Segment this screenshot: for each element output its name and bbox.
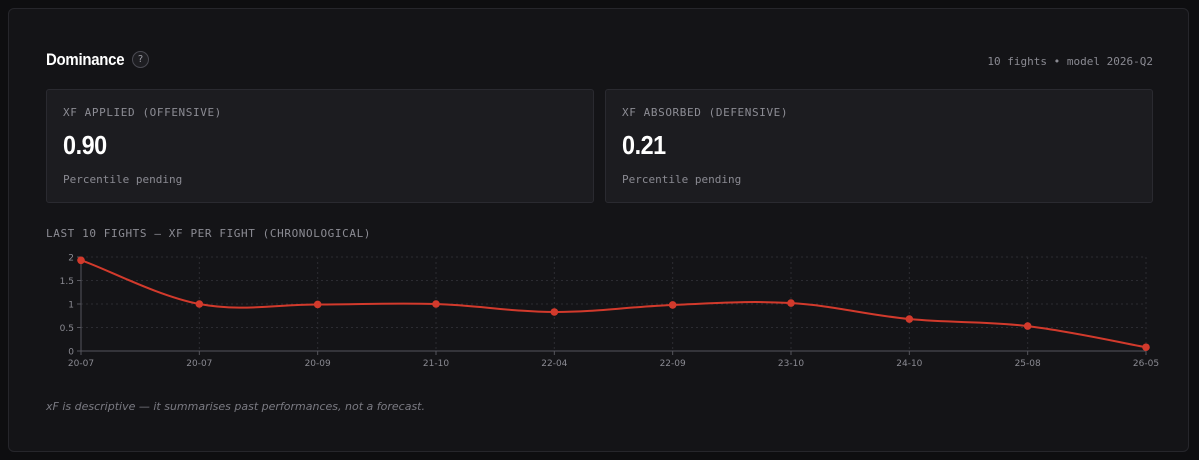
section-title: Dominance [46,50,125,69]
xf-applied-label: XF APPLIED (OFFENSIVE) [63,106,222,119]
xf-applied-value: 0.90 [63,130,107,160]
chart-section-label: LAST 10 FIGHTS — XF PER FIGHT (CHRONOLOG… [46,227,372,240]
footnote: xF is descriptive — it summarises past p… [46,400,425,413]
model-meta: 10 fights • model 2026-Q2 [987,55,1153,68]
xf-absorbed-card: XF ABSORBED (DEFENSIVE) 0.21 Percentile … [605,89,1153,203]
xf-absorbed-value: 0.21 [622,130,666,160]
help-icon[interactable]: ? [132,51,149,68]
xf-absorbed-label: XF ABSORBED (DEFENSIVE) [622,106,789,119]
xf-applied-card: XF APPLIED (OFFENSIVE) 0.90 Percentile p… [46,89,594,203]
xf-absorbed-percentile: Percentile pending [622,173,742,186]
xf-applied-percentile: Percentile pending [63,173,183,186]
